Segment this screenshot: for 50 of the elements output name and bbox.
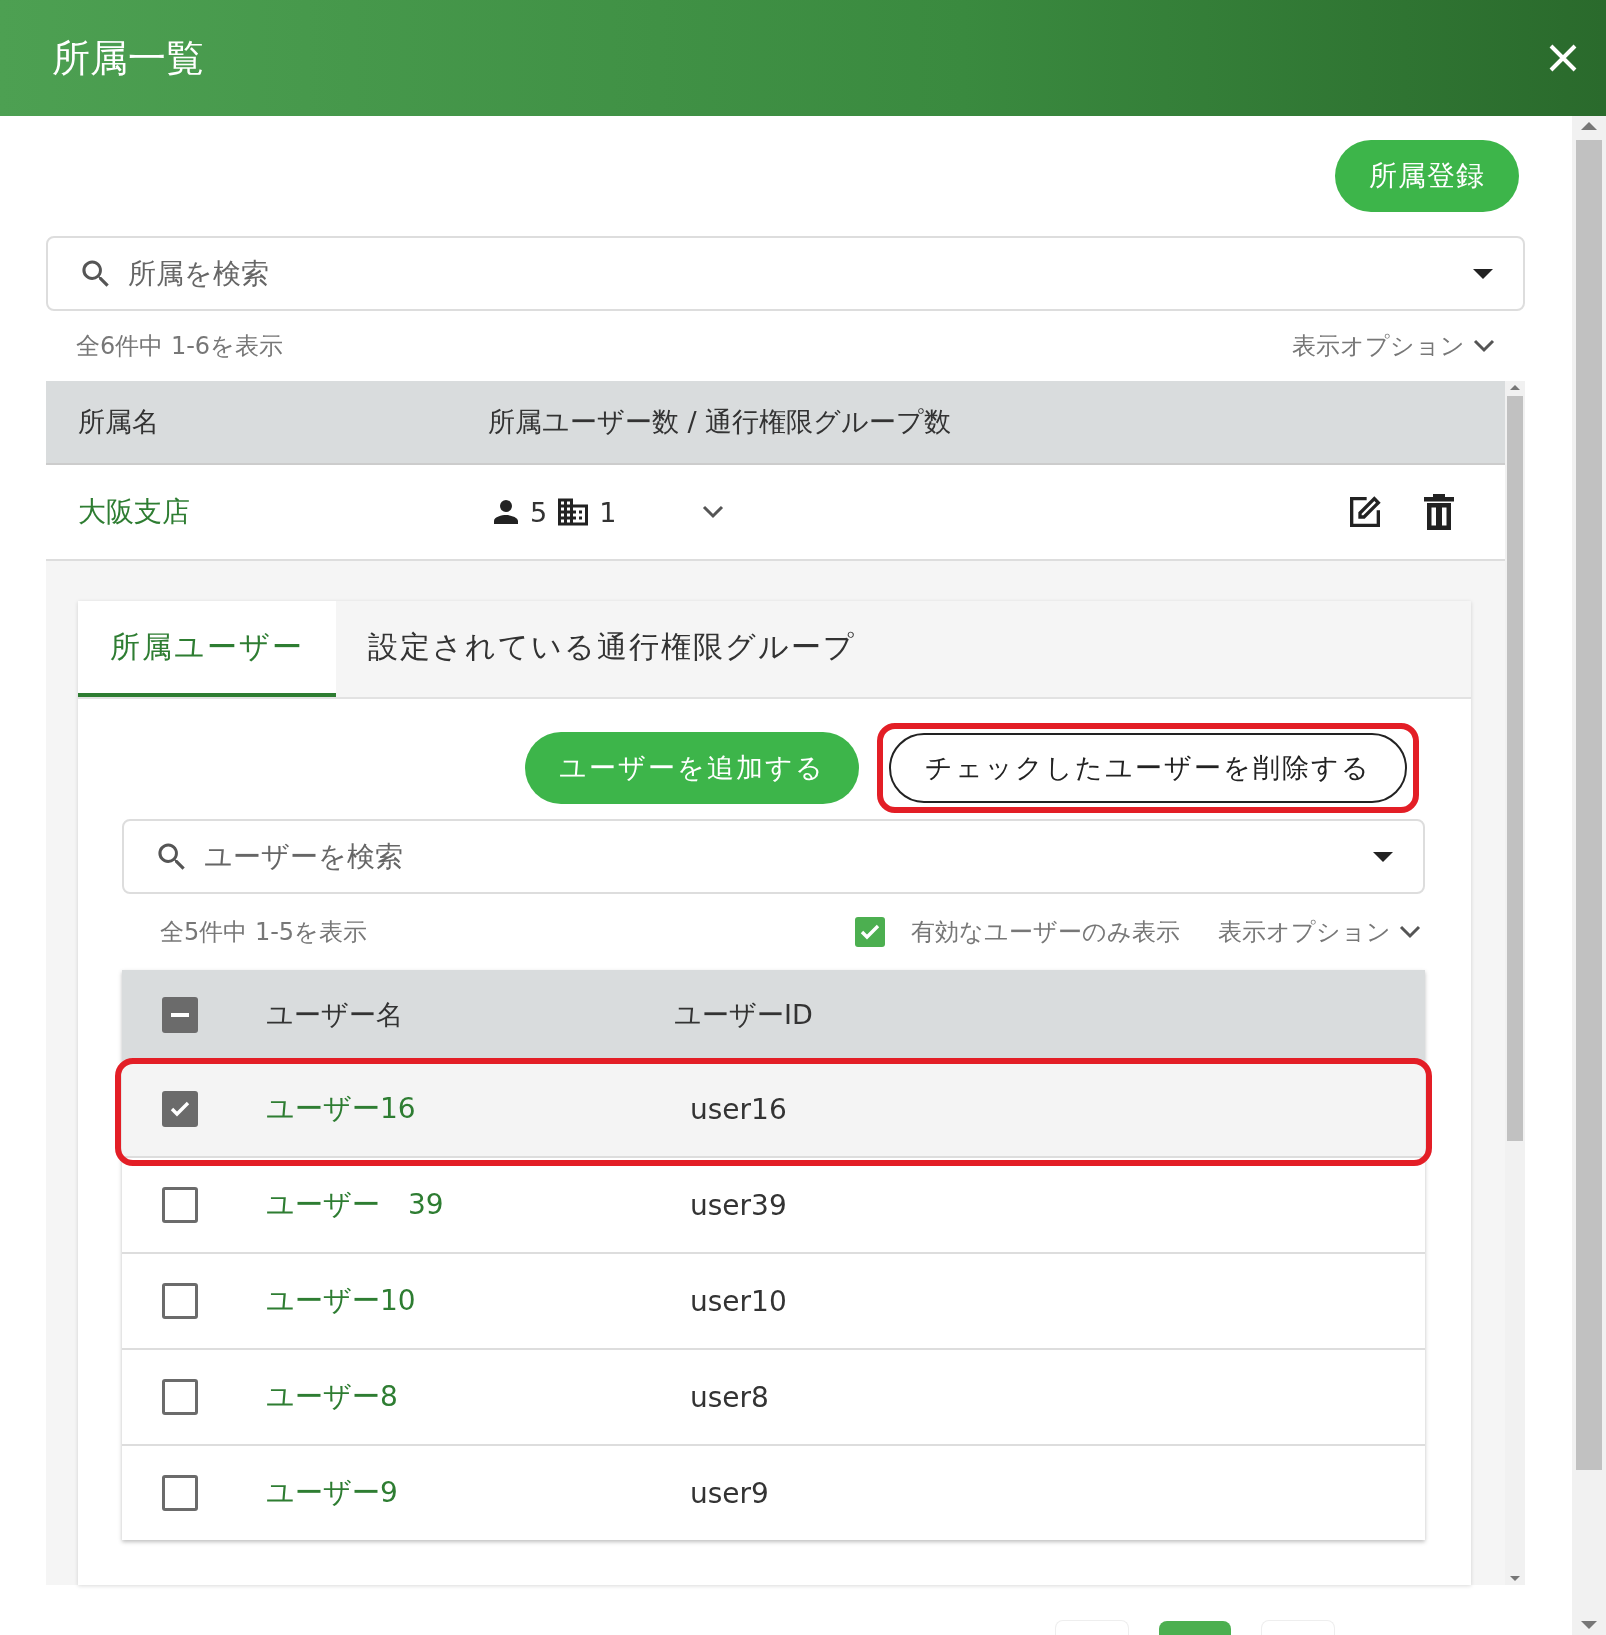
org-name-link[interactable]: 大阪支店 — [78, 493, 488, 531]
column-header: ユーザーID — [674, 998, 813, 1032]
user-id: user9 — [690, 1476, 769, 1510]
display-options-button[interactable]: 表示オプション — [1292, 330, 1495, 362]
search-field[interactable]: 所属を検索 — [46, 236, 1525, 311]
row-checkbox[interactable] — [162, 1283, 198, 1319]
tab[interactable]: 所属ユーザー — [78, 601, 336, 697]
user-count: 5 — [530, 496, 548, 528]
column-header: ユーザー名 — [266, 998, 404, 1032]
column-header: 所属ユーザー数 / 通行権限グループ数 — [488, 405, 952, 439]
row-checkbox[interactable] — [162, 1379, 198, 1415]
row-checkbox[interactable] — [162, 1187, 198, 1223]
user-id: user8 — [690, 1380, 769, 1414]
dropdown-caret-icon — [1473, 268, 1493, 279]
register-button[interactable]: 所属登録 — [1335, 140, 1519, 212]
search-input[interactable]: ユーザーを検索 — [202, 839, 1361, 874]
display-options-button[interactable]: 表示オプション — [1218, 916, 1421, 948]
add-user-button[interactable]: ユーザーを追加する — [525, 732, 859, 804]
scrollbar[interactable] — [1505, 381, 1525, 1585]
delete-checked-button[interactable]: チェックしたユーザーを削除する — [889, 733, 1407, 803]
row-checkbox[interactable] — [162, 1091, 198, 1127]
user-name-link[interactable]: ユーザー9 — [266, 1474, 690, 1512]
close-button[interactable] — [1548, 43, 1578, 73]
tab[interactable]: 設定されている通行権限グループ — [336, 601, 888, 697]
delete-button[interactable] — [1421, 492, 1457, 532]
close-icon — [1548, 43, 1578, 73]
user-name-link[interactable]: ユーザー10 — [266, 1282, 690, 1320]
dropdown-caret-icon — [1373, 851, 1393, 862]
row-checkbox[interactable] — [162, 1475, 198, 1511]
chevron-down-icon — [702, 505, 725, 519]
expand-button[interactable] — [702, 505, 725, 519]
result-count: 全5件中 1-5を表示 — [160, 917, 368, 948]
column-header: 所属名 — [78, 405, 160, 439]
user-name-link[interactable]: ユーザー16 — [266, 1090, 690, 1128]
scrollbar[interactable] — [1572, 116, 1606, 1635]
result-count: 全6件中 1-6を表示 — [76, 331, 284, 362]
select-all-checkbox[interactable] — [162, 997, 198, 1033]
user-name-link[interactable]: ユーザー 39 — [266, 1186, 690, 1224]
user-id: user10 — [690, 1284, 787, 1318]
group-count: 1 — [599, 496, 617, 528]
dialog-title: 所属一覧 — [52, 34, 204, 82]
chevron-down-icon — [1473, 339, 1495, 353]
user-id: user39 — [690, 1188, 787, 1222]
user-search-field[interactable]: ユーザーを検索 — [122, 819, 1425, 894]
user-id: user16 — [690, 1092, 787, 1126]
search-input[interactable]: 所属を検索 — [126, 256, 1461, 291]
minus-icon — [170, 1012, 190, 1018]
user-name-link[interactable]: ユーザー8 — [266, 1378, 690, 1416]
active-only-checkbox[interactable]: 有効なユーザーのみ表示 — [855, 916, 1180, 948]
chevron-down-icon — [1399, 925, 1421, 939]
